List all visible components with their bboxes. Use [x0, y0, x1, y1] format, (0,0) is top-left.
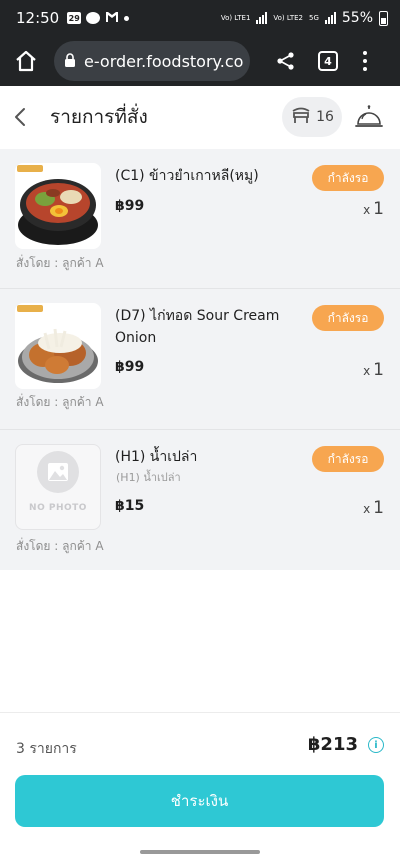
- image-placeholder-icon: [37, 451, 79, 493]
- battery-icon: [379, 10, 388, 26]
- list-item: (D7) ไก่ทอด Sour Cream Onion ฿99 กำลังรอ…: [0, 289, 400, 430]
- table-number: 16: [316, 109, 334, 125]
- clock: 12:50: [16, 9, 60, 27]
- home-icon[interactable]: [10, 45, 42, 77]
- share-icon[interactable]: [272, 47, 300, 75]
- item-quantity: x1: [363, 498, 384, 518]
- battery-percent: 55%: [341, 10, 373, 26]
- app-header: รายการที่สั่ง 16: [0, 86, 400, 148]
- status-badge: กำลังรอ: [312, 305, 384, 331]
- status-badge: กำลังรอ: [312, 165, 384, 191]
- home-gesture-handle[interactable]: [140, 850, 260, 854]
- item-price: ฿15: [115, 498, 145, 514]
- signal-icon: [256, 12, 268, 24]
- sim1-label: Vo) LTE1: [220, 13, 251, 22]
- url-bar[interactable]: e-order.foodstory.co: [54, 41, 250, 81]
- item-name: (H1) น้ำเปล่า: [115, 449, 198, 465]
- pay-button[interactable]: ชำระเงิน: [15, 775, 384, 827]
- lock-icon: [64, 52, 76, 71]
- table-icon: [290, 105, 312, 129]
- table-number-badge[interactable]: 16: [282, 97, 342, 137]
- item-price: ฿99: [115, 359, 145, 375]
- network-type: 5G: [308, 13, 319, 22]
- url-text: e-order.foodstory.co: [84, 51, 244, 71]
- item-name: (C1) ข้าวยำเกาหลี(หมู): [115, 168, 259, 184]
- status-bar: 12:50 29 Vo) LTE1 Vo) LTE2 5G 55%: [0, 0, 400, 36]
- call-staff-bell-icon[interactable]: [352, 100, 386, 134]
- back-arrow-icon[interactable]: [14, 103, 34, 131]
- page-title: รายการที่สั่ง: [50, 106, 148, 128]
- info-icon[interactable]: i: [368, 737, 384, 753]
- ordered-by: สั่งโดย : ลูกค้า A: [16, 256, 104, 270]
- status-badge: กำลังรอ: [312, 446, 384, 472]
- item-count: 3 รายการ: [16, 741, 77, 757]
- system-status: Vo) LTE1 Vo) LTE2 5G 55%: [221, 10, 388, 26]
- order-total: ฿213: [307, 734, 358, 755]
- more-menu-icon[interactable]: [360, 49, 370, 73]
- item-subtitle: (H1) น้ำเปล่า: [116, 471, 181, 484]
- signal-icon-2: [324, 12, 336, 24]
- no-photo-placeholder: NO PHOTO: [15, 444, 101, 530]
- tab-switcher-button[interactable]: 4: [318, 51, 338, 71]
- food-image-bibimbap: [15, 163, 101, 249]
- item-quantity: x1: [363, 360, 384, 380]
- sim2-label: Vo) LTE2: [273, 13, 303, 22]
- chat-icon: [86, 12, 101, 24]
- item-price: ฿99: [115, 198, 145, 214]
- ordered-by: สั่งโดย : ลูกค้า A: [16, 395, 104, 409]
- notification-icons: 29: [67, 9, 130, 27]
- food-image-fried-chicken: [15, 303, 101, 389]
- list-item: NO PHOTO (H1) น้ำเปล่า (H1) น้ำเปล่า ฿15…: [0, 430, 400, 570]
- order-list: (C1) ข้าวยำเกาหลี(หมู) ฿99 กำลังรอ x1 สั…: [0, 149, 400, 570]
- ordered-by: สั่งโดย : ลูกค้า A: [16, 539, 104, 553]
- system-nav-bar: [0, 848, 400, 858]
- no-photo-label: NO PHOTO: [29, 503, 87, 513]
- browser-toolbar: e-order.foodstory.co 4: [0, 36, 400, 86]
- order-summary-footer: 3 รายการ ฿213 i ชำระเงิน: [0, 712, 400, 848]
- calendar-icon: 29: [67, 12, 82, 24]
- item-quantity: x1: [363, 199, 384, 219]
- more-notifications-dot: [124, 15, 130, 21]
- gmail-icon: [105, 9, 119, 27]
- list-item: (C1) ข้าวยำเกาหลี(หมู) ฿99 กำลังรอ x1 สั…: [0, 149, 400, 289]
- item-name: (D7) ไก่ทอด Sour Cream Onion: [115, 308, 280, 346]
